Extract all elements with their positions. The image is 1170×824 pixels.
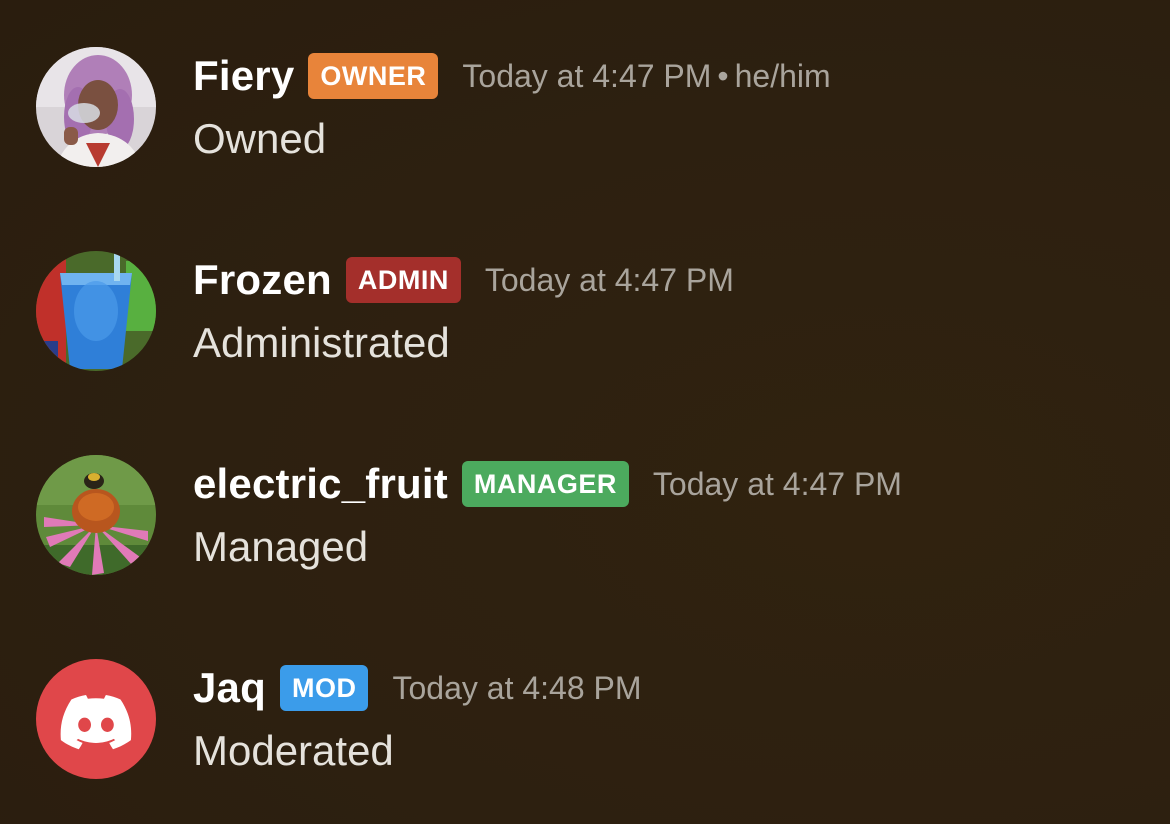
discord-logo-icon bbox=[60, 695, 132, 750]
username[interactable]: Jaq bbox=[193, 664, 266, 712]
username[interactable]: Frozen bbox=[193, 256, 332, 304]
message-content: Owned bbox=[193, 115, 327, 162]
role-badge-mod: MOD bbox=[279, 665, 369, 711]
avatar[interactable] bbox=[36, 455, 156, 575]
username[interactable]: electric_fruit bbox=[193, 460, 448, 508]
timestamp[interactable]: Today at 4:47 PM bbox=[653, 466, 902, 503]
timestamp[interactable]: Today at 4:47 PM bbox=[485, 262, 734, 299]
message-item: Jaq MOD Today at 4:48 PM Moderated bbox=[36, 659, 1136, 783]
message-content: Administrated bbox=[193, 319, 450, 366]
role-badge-admin: ADMIN bbox=[345, 257, 461, 303]
message-item: Frozen ADMIN Today at 4:47 PM Administra… bbox=[36, 251, 1136, 375]
coneflower-bee-icon bbox=[36, 455, 156, 575]
message-header: electric_fruit MANAGER Today at 4:47 PM bbox=[193, 457, 902, 511]
message-header: Fiery OWNER Today at 4:47 PM • he/him bbox=[193, 49, 831, 103]
role-badge-owner: OWNER bbox=[308, 53, 439, 99]
blue-slushie-icon bbox=[36, 251, 156, 371]
avatar[interactable] bbox=[36, 659, 156, 779]
person-purple-hair-icon bbox=[36, 47, 156, 167]
message-header: Frozen ADMIN Today at 4:47 PM bbox=[193, 253, 734, 307]
username[interactable]: Fiery bbox=[193, 52, 294, 100]
message-content: Moderated bbox=[193, 727, 394, 774]
avatar[interactable] bbox=[36, 251, 156, 371]
separator-dot: • bbox=[717, 57, 729, 94]
avatar[interactable] bbox=[36, 47, 156, 167]
timestamp[interactable]: Today at 4:47 PM bbox=[462, 58, 711, 95]
message-content: Managed bbox=[193, 523, 369, 570]
message-item: electric_fruit MANAGER Today at 4:47 PM … bbox=[36, 455, 1136, 579]
role-badge-manager: MANAGER bbox=[461, 461, 629, 507]
timestamp[interactable]: Today at 4:48 PM bbox=[392, 670, 641, 707]
message-header: Jaq MOD Today at 4:48 PM bbox=[193, 661, 642, 715]
pronouns: he/him bbox=[734, 57, 831, 94]
chat-message-list: Fiery OWNER Today at 4:47 PM • he/him Ow… bbox=[0, 0, 1170, 824]
message-item: Fiery OWNER Today at 4:47 PM • he/him Ow… bbox=[36, 47, 1136, 171]
